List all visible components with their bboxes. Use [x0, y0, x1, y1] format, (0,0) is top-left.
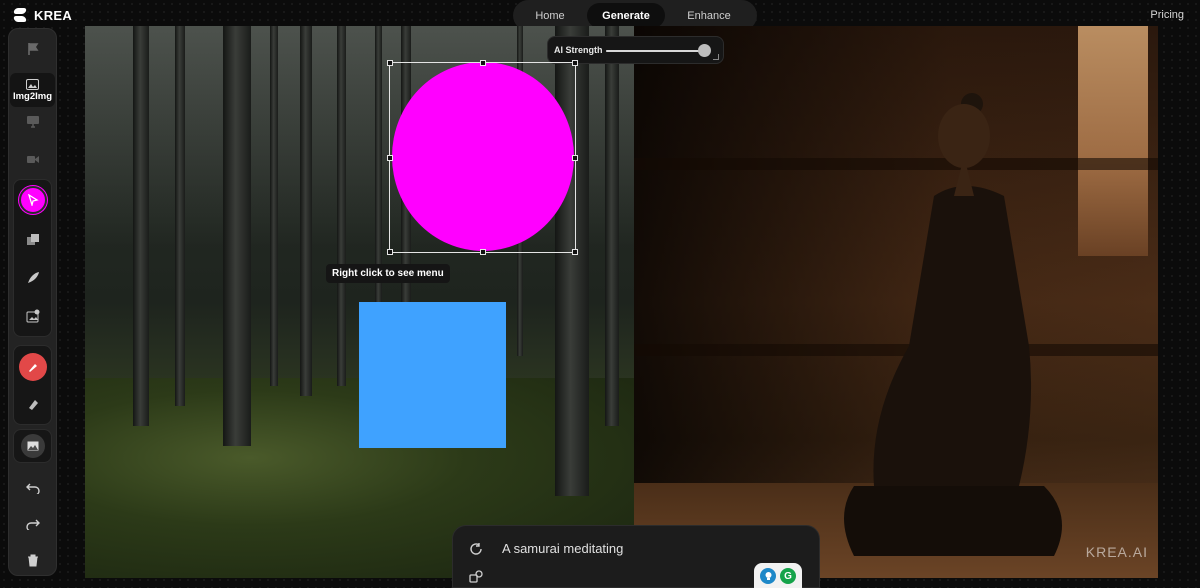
prompt-input[interactable]: A samurai meditating — [502, 541, 623, 556]
screen-mode-button[interactable] — [21, 111, 45, 131]
tab-generate[interactable]: Generate — [587, 3, 665, 28]
tab-enhance[interactable]: Enhance — [669, 3, 749, 28]
resize-handle-bottom-right[interactable] — [572, 249, 578, 255]
ai-strength-slider[interactable] — [606, 50, 710, 52]
paint-tools-group — [13, 345, 52, 425]
prompt-bar: A samurai meditating G — [452, 525, 820, 588]
flag-icon — [27, 43, 38, 55]
resize-handle-top-left[interactable] — [387, 60, 393, 66]
video-camera-icon — [26, 155, 39, 163]
layers-icon — [26, 234, 39, 245]
brush-icon — [28, 364, 37, 372]
landscape-image-icon — [27, 441, 38, 451]
layers-tool-button[interactable] — [21, 230, 45, 250]
resize-handle-right[interactable] — [572, 155, 578, 161]
pricing-link[interactable]: Pricing — [1150, 9, 1184, 21]
context-menu-tooltip: Right click to see menu — [326, 264, 450, 283]
feather-tool-button[interactable] — [21, 268, 45, 288]
img2img-label: Img2Img — [12, 90, 53, 102]
eraser-icon — [28, 400, 38, 410]
resize-handle-left[interactable] — [387, 155, 393, 161]
lightbulb-extension-icon[interactable] — [760, 568, 776, 584]
canvas-area[interactable]: AI Strength Right click to see menu KREA… — [85, 26, 1158, 578]
ai-strength-label: AI Strength — [554, 45, 603, 55]
krea-logo-icon — [14, 8, 26, 22]
add-image-button[interactable] — [21, 306, 45, 326]
generated-output-image[interactable] — [634, 26, 1158, 578]
tab-home[interactable]: Home — [517, 3, 583, 28]
eraser-tool-button[interactable] — [21, 394, 45, 414]
brand-logo[interactable]: KREA — [14, 6, 72, 24]
image-icon — [26, 78, 39, 90]
background-tools-group — [13, 429, 52, 463]
refresh-icon — [470, 543, 482, 555]
undo-icon — [25, 483, 40, 494]
rectangle-shape[interactable] — [359, 302, 506, 448]
panel-resize-handle[interactable] — [713, 54, 719, 60]
resize-handle-top[interactable] — [480, 60, 486, 66]
delete-button[interactable] — [21, 549, 45, 571]
ai-strength-slider-knob[interactable] — [698, 44, 712, 57]
image-plus-icon — [26, 309, 39, 323]
flag-tool-button[interactable] — [21, 39, 45, 59]
krea-watermark: KREA.AI — [1085, 544, 1148, 560]
grammarly-icon[interactable]: G — [780, 568, 796, 584]
redo-button[interactable] — [21, 513, 45, 535]
img2img-mode-button[interactable]: Img2Img — [10, 73, 55, 107]
brush-tool-button[interactable] — [18, 353, 47, 381]
monitor-icon — [26, 115, 39, 128]
regenerate-button[interactable] — [467, 540, 485, 558]
extension-badges: G — [754, 563, 802, 588]
feather-icon — [27, 272, 39, 283]
style-button[interactable] — [467, 568, 485, 586]
redo-icon — [25, 519, 40, 530]
resize-handle-bottom-left[interactable] — [387, 249, 393, 255]
left-toolbar: Img2Img — [8, 28, 57, 576]
samurai-silhouette — [844, 93, 1062, 556]
resize-handle-bottom[interactable] — [480, 249, 486, 255]
ai-strength-slider-fill — [606, 50, 705, 52]
resize-handle-top-right[interactable] — [572, 60, 578, 66]
undo-button[interactable] — [21, 477, 45, 499]
video-mode-button[interactable] — [21, 149, 45, 169]
drawing-tools-group — [13, 179, 52, 337]
background-image-button[interactable] — [20, 434, 45, 458]
shapes-icon — [469, 570, 483, 583]
brand-name: KREA — [34, 7, 73, 23]
trash-icon — [27, 554, 38, 566]
selection-box[interactable] — [387, 60, 578, 255]
select-tool-button[interactable] — [18, 186, 47, 214]
cursor-pointer-icon — [27, 194, 39, 206]
